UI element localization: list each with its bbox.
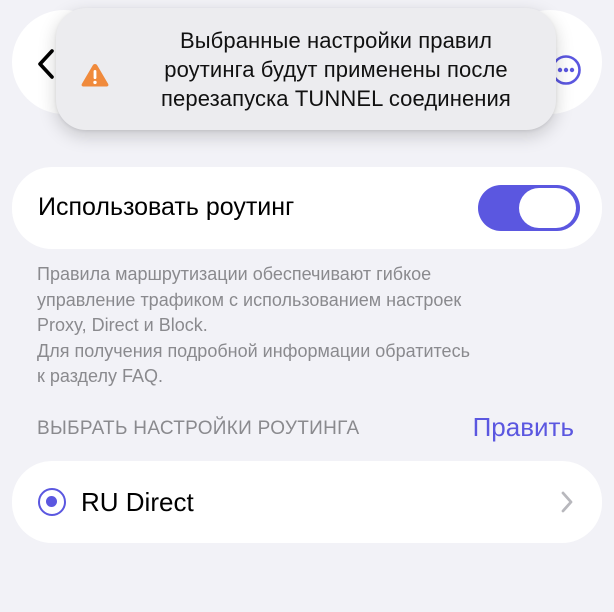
routing-toggle-switch[interactable] xyxy=(478,185,580,231)
routing-preset-row[interactable]: RU Direct xyxy=(12,461,602,543)
routing-toggle-row: Использовать роутинг xyxy=(12,167,602,249)
routing-preset-label: RU Direct xyxy=(81,487,194,517)
toast-message: Выбранные настройки правил роутинга буду… xyxy=(161,28,511,111)
section-header: ВЫБРАТЬ НАСТРОЙКИ РОУТИНГА xyxy=(37,418,360,439)
restart-notice-toast: Выбранные настройки правил роутинга буду… xyxy=(56,8,556,130)
warning-triangle-icon xyxy=(80,62,110,93)
radio-selected-icon[interactable] xyxy=(38,488,66,516)
toggle-knob xyxy=(519,188,576,228)
routing-toggle-label: Использовать роутинг xyxy=(38,193,295,221)
radio-dot xyxy=(46,496,57,507)
chevron-left-icon xyxy=(36,48,56,85)
edit-button[interactable]: Править xyxy=(473,412,574,443)
chevron-right-icon xyxy=(560,491,574,518)
routing-description: Правила маршрутизации обеспечивают гибко… xyxy=(37,264,470,387)
routing-settings-screen: Выбранные настройки правил роутинга буду… xyxy=(0,0,614,612)
